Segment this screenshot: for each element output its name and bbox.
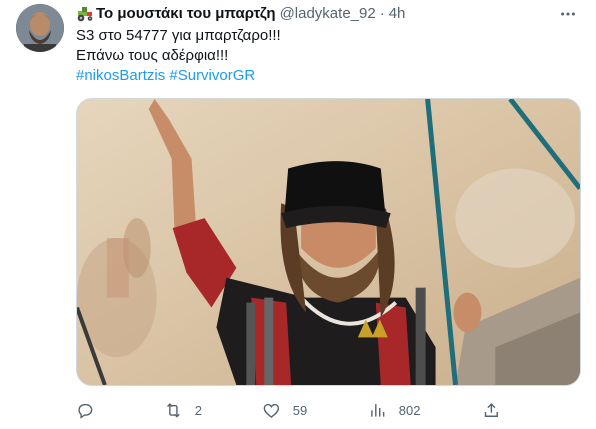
like-count: 59: [292, 402, 308, 418]
retweet-icon: [167, 402, 180, 418]
hashtag-link[interactable]: #SurvivorGR: [169, 67, 255, 84]
display-name[interactable]: Το μουστάκι του μπαρτζη: [96, 4, 276, 24]
more-options-button[interactable]: [558, 4, 578, 24]
tweet-actions: 2 59 802: [76, 398, 506, 422]
hashtag-link[interactable]: #nikosBartzis: [76, 67, 165, 84]
separator-dot: ·: [379, 5, 385, 22]
tweet[interactable]: Το μουστάκι του μπαρτζη @ladykate_92 · 4…: [0, 0, 596, 429]
retweet-button[interactable]: 2: [164, 401, 202, 420]
reply-icon: [78, 403, 93, 419]
share-icon: [484, 402, 498, 417]
hashtag-line: #nikosBartzis #SurvivorGR: [76, 66, 580, 86]
tweet-content: Το μουστάκι του μπαρτζη @ladykate_92 · 4…: [76, 4, 580, 86]
more-horizontal-icon: [561, 12, 575, 16]
retweet-count: 2: [194, 402, 202, 418]
tractor-icon: [76, 6, 94, 22]
views-chart-icon: [371, 403, 385, 417]
tweet-text-line: S3 στο 54777 για μπαρτζαρο!!!: [76, 27, 281, 44]
heart-icon: [263, 403, 280, 418]
tweet-image[interactable]: [76, 98, 581, 386]
share-button[interactable]: [482, 401, 501, 420]
tweet-header: Το μουστάκι του μπαρτζη @ladykate_92 · 4…: [76, 4, 580, 24]
like-button[interactable]: 59: [262, 401, 307, 420]
avatar[interactable]: [16, 4, 64, 52]
views-count: 802: [398, 402, 421, 418]
tweet-text-line: Επάνω τους αδέρφια!!!: [76, 47, 229, 64]
tweet-text: S3 στο 54777 για μπαρτζαρο!!! Επάνω τους…: [76, 26, 580, 86]
views-button[interactable]: 802: [368, 401, 420, 420]
timestamp[interactable]: 4h: [389, 4, 406, 24]
user-handle[interactable]: @ladykate_92: [280, 4, 376, 24]
reply-button[interactable]: [76, 401, 107, 420]
